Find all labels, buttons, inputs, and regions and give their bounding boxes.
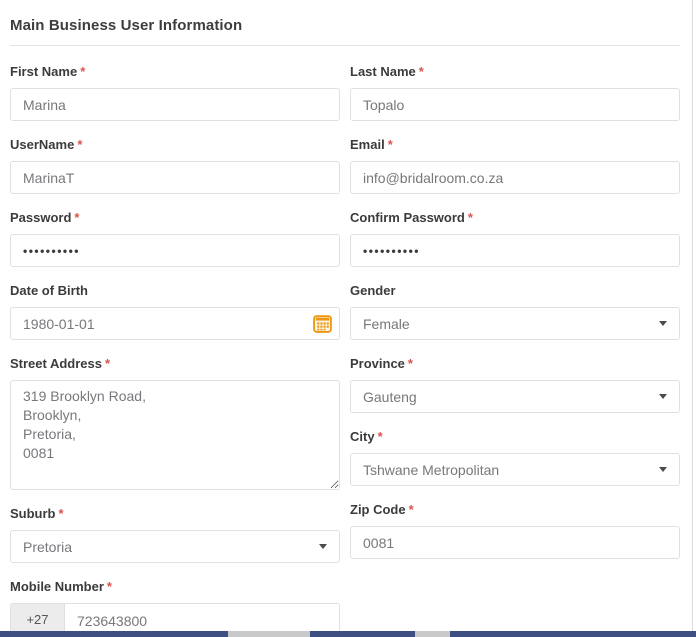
date-of-birth-input[interactable] — [10, 307, 340, 340]
city-select[interactable]: Tshwane Metropolitan — [350, 453, 680, 486]
required-asterisk: * — [468, 210, 473, 225]
field-province: Province* Gauteng — [350, 355, 680, 413]
title-divider — [10, 45, 680, 46]
required-asterisk: * — [408, 356, 413, 371]
calendar-icon[interactable] — [313, 314, 332, 333]
page-title: Main Business User Information — [10, 16, 680, 36]
field-username: UserName* — [10, 136, 340, 194]
first-name-label: First Name* — [10, 63, 340, 80]
city-label: City* — [350, 428, 680, 445]
required-asterisk: * — [80, 64, 85, 79]
field-date-of-birth: Date of Birth — [10, 282, 340, 340]
password-input[interactable] — [10, 234, 340, 267]
suburb-label: Suburb* — [10, 505, 340, 522]
form-column-right: Last Name* Email* Confirm Password* Gend… — [350, 63, 680, 637]
form-columns: First Name* UserName* Password* Date of … — [10, 63, 680, 637]
field-confirm-password: Confirm Password* — [350, 209, 680, 267]
required-asterisk: * — [107, 579, 112, 594]
panel-right-border — [692, 0, 693, 637]
street-address-textarea[interactable]: 319 Brooklyn Road, Brooklyn, Pretoria, 0… — [10, 380, 340, 490]
form-column-left: First Name* UserName* Password* Date of … — [10, 63, 340, 637]
username-label: UserName* — [10, 136, 340, 153]
confirm-password-label: Confirm Password* — [350, 209, 680, 226]
field-password: Password* — [10, 209, 340, 267]
field-street-address: Street Address* 319 Brooklyn Road, Brook… — [10, 355, 340, 490]
street-address-label: Street Address* — [10, 355, 340, 372]
chevron-down-icon — [659, 394, 667, 399]
bottom-bar-segment — [415, 631, 450, 637]
required-asterisk: * — [409, 502, 414, 517]
required-asterisk: * — [74, 210, 79, 225]
date-of-birth-wrap — [10, 307, 340, 340]
bottom-bar — [0, 631, 696, 637]
email-field[interactable] — [350, 161, 680, 194]
required-asterisk: * — [388, 137, 393, 152]
email-label: Email* — [350, 136, 680, 153]
field-email: Email* — [350, 136, 680, 194]
confirm-password-input[interactable] — [350, 234, 680, 267]
zip-code-label: Zip Code* — [350, 501, 680, 518]
date-of-birth-label: Date of Birth — [10, 282, 340, 299]
required-asterisk: * — [378, 429, 383, 444]
chevron-down-icon — [659, 467, 667, 472]
last-name-input[interactable] — [350, 88, 680, 121]
gender-label: Gender — [350, 282, 680, 299]
password-label: Password* — [10, 209, 340, 226]
zip-code-input[interactable] — [350, 526, 680, 559]
required-asterisk: * — [77, 137, 82, 152]
province-select[interactable]: Gauteng — [350, 380, 680, 413]
province-selected-value: Gauteng — [363, 389, 417, 405]
required-asterisk: * — [419, 64, 424, 79]
gender-select[interactable]: Female — [350, 307, 680, 340]
province-label: Province* — [350, 355, 680, 372]
field-zip-code: Zip Code* — [350, 501, 680, 559]
required-asterisk: * — [59, 506, 64, 521]
suburb-select[interactable]: Pretoria — [10, 530, 340, 563]
bottom-bar-segment — [228, 631, 310, 637]
main-business-user-panel: Main Business User Information First Nam… — [0, 0, 696, 637]
mobile-number-label: Mobile Number* — [10, 578, 340, 595]
city-selected-value: Tshwane Metropolitan — [363, 462, 499, 478]
field-mobile-number: Mobile Number* +27 — [10, 578, 340, 636]
field-suburb: Suburb* Pretoria — [10, 505, 340, 563]
chevron-down-icon — [319, 544, 327, 549]
gender-selected-value: Female — [363, 316, 410, 332]
first-name-input[interactable] — [10, 88, 340, 121]
last-name-label: Last Name* — [350, 63, 680, 80]
field-city: City* Tshwane Metropolitan — [350, 428, 680, 486]
chevron-down-icon — [659, 321, 667, 326]
field-first-name: First Name* — [10, 63, 340, 121]
username-input[interactable] — [10, 161, 340, 194]
field-last-name: Last Name* — [350, 63, 680, 121]
suburb-selected-value: Pretoria — [23, 539, 72, 555]
field-gender: Gender Female — [350, 282, 680, 340]
required-asterisk: * — [105, 356, 110, 371]
